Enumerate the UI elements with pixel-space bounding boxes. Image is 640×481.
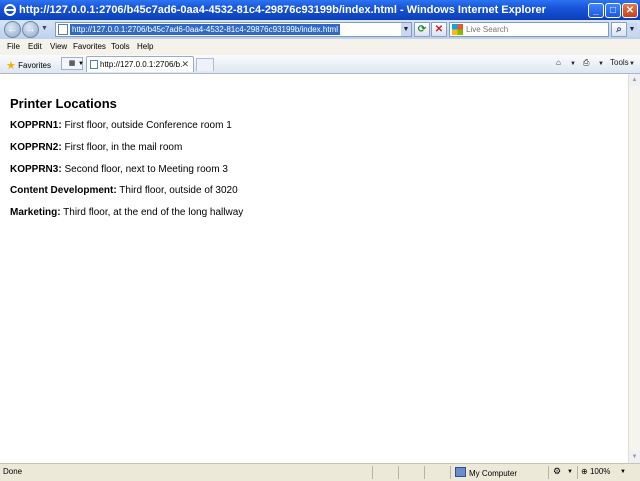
status-divider [577, 466, 578, 479]
location-item: KOPPRN2: First floor, in the mail room [10, 142, 182, 153]
live-search-icon [452, 24, 463, 35]
address-dropdown-icon[interactable]: ▼ [401, 23, 411, 36]
back-arrow-icon: ← [7, 23, 18, 35]
location-item: KOPPRN1: First floor, outside Conference… [10, 120, 232, 131]
magnifier-icon: ⌕ [616, 24, 622, 35]
close-icon: ✕ [625, 5, 635, 16]
status-divider [450, 466, 451, 479]
zoom-level: 100% [589, 467, 611, 476]
zoom-dropdown-icon[interactable]: ▼ [620, 469, 626, 475]
tab-label: http://127.0.0.1:2706/b... [100, 60, 182, 69]
zone-label: My Computer [469, 469, 518, 478]
menu-tools[interactable]: Tools [111, 42, 130, 51]
location-item: KOPPRN3: Second floor, next to Meeting r… [10, 164, 228, 175]
zoom-control[interactable]: ⊕ 100% [581, 467, 610, 476]
page-title: Printer Locations [10, 96, 117, 111]
status-divider [372, 466, 373, 479]
zoom-icon: ⊕ [581, 467, 588, 476]
menu-bar: File Edit View Favorites Tools Help [0, 39, 640, 56]
address-url[interactable]: http://127.0.0.1:2706/b45c7ad6-0aa4-4532… [70, 24, 340, 35]
favorites-button[interactable]: ★ Favorites [6, 58, 52, 72]
location-desc: Third floor, at the end of the long hall… [60, 207, 244, 218]
search-input[interactable] [464, 23, 606, 36]
location-desc: Third floor, outside of 3020 [116, 185, 238, 196]
tools-button[interactable]: Tools [610, 58, 629, 67]
location-desc: First floor, outside Conference room 1 [61, 120, 232, 131]
tools-dropdown-icon[interactable]: ▼ [629, 61, 635, 67]
menu-favorites[interactable]: Favorites [73, 42, 106, 51]
status-divider [398, 466, 399, 479]
page-icon [58, 24, 68, 35]
location-name: Content Development: [10, 185, 117, 196]
minimize-button[interactable]: _ [588, 3, 604, 18]
search-box[interactable] [449, 22, 609, 37]
back-button[interactable]: ← [4, 21, 21, 38]
favorites-label: Favorites [18, 61, 52, 70]
tools-label: Tools [610, 58, 629, 67]
menu-view[interactable]: View [50, 42, 67, 51]
scroll-down-arrow-icon[interactable]: ▼ [629, 451, 640, 463]
page-content: Printer Locations KOPPRN1: First floor, … [0, 74, 628, 463]
location-name: KOPPRN2: [10, 142, 62, 153]
menu-file[interactable]: File [7, 42, 20, 51]
ie-logo-icon [4, 4, 16, 16]
location-name: KOPPRN3: [10, 164, 62, 175]
status-bar: Done My Computer ⚙ ▼ ⊕ 100% ▼ [0, 463, 640, 481]
minimize-icon: _ [593, 5, 599, 16]
location-item: Marketing: Third floor, at the end of th… [10, 207, 243, 218]
tab-close-icon[interactable]: ✕ [181, 59, 189, 70]
maximize-icon: □ [609, 5, 617, 16]
location-desc: Second floor, next to Meeting room 3 [61, 164, 228, 175]
home-icon: ⌂ [556, 58, 561, 67]
search-options-dropdown-icon[interactable]: ▼ [627, 23, 637, 36]
forward-button[interactable]: → [22, 21, 39, 38]
tab-page-icon [90, 60, 98, 69]
quick-tabs-icon: ▦ [68, 60, 76, 67]
location-name: KOPPRN1: [10, 120, 62, 131]
title-bar[interactable]: http://127.0.0.1:2706/b45c7ad6-0aa4-4532… [0, 0, 640, 20]
print-button[interactable]: ⎙ [583, 58, 589, 68]
browser-window: http://127.0.0.1:2706/b45c7ad6-0aa4-4532… [0, 0, 640, 481]
tab-current-page[interactable]: http://127.0.0.1:2706/b... ✕ [86, 56, 194, 72]
refresh-button[interactable]: ⟳ [414, 22, 430, 37]
window-title: http://127.0.0.1:2706/b45c7ad6-0aa4-4532… [19, 4, 546, 16]
stop-button[interactable]: ✕ [431, 22, 447, 37]
forward-arrow-icon: → [25, 23, 36, 35]
menu-edit[interactable]: Edit [28, 42, 42, 51]
vertical-scrollbar[interactable]: ▲ ▼ [628, 74, 640, 463]
tab-list-dropdown-icon[interactable]: ▼ [78, 61, 84, 67]
scroll-up-arrow-icon[interactable]: ▲ [629, 74, 640, 86]
new-tab-button[interactable] [196, 58, 214, 71]
maximize-button[interactable]: □ [605, 3, 621, 18]
refresh-icon: ⟳ [417, 24, 427, 35]
menu-help[interactable]: Help [137, 42, 153, 51]
location-name: Marketing: [10, 207, 61, 218]
favorites-bar: ★ Favorites ▦ ▼ http://127.0.0.1:2706/b.… [0, 55, 640, 74]
location-desc: First floor, in the mail room [61, 142, 183, 153]
computer-icon [455, 467, 466, 477]
search-button[interactable]: ⌕ [611, 22, 627, 37]
address-toolbar: ← → ▼ http://127.0.0.1:2706/b45c7ad6-0aa… [0, 20, 640, 39]
star-icon: ★ [6, 60, 16, 72]
protected-mode-icon[interactable]: ⚙ [553, 466, 561, 477]
security-zone[interactable]: My Computer [455, 467, 517, 478]
home-dropdown-icon[interactable]: ▼ [570, 61, 576, 67]
home-button[interactable]: ⌂ [556, 58, 561, 67]
status-divider [548, 466, 549, 479]
print-dropdown-icon[interactable]: ▼ [598, 61, 604, 67]
address-bar[interactable]: http://127.0.0.1:2706/b45c7ad6-0aa4-4532… [55, 22, 412, 37]
stop-icon: ✕ [434, 24, 444, 35]
close-window-button[interactable]: ✕ [622, 3, 638, 18]
recent-pages-dropdown-icon[interactable]: ▼ [41, 25, 48, 34]
protected-mode-dropdown-icon[interactable]: ▼ [567, 469, 573, 475]
status-text: Done [3, 467, 23, 476]
printer-icon: ⎙ [583, 58, 590, 67]
status-divider [424, 466, 425, 479]
location-item: Content Development: Third floor, outsid… [10, 185, 238, 196]
